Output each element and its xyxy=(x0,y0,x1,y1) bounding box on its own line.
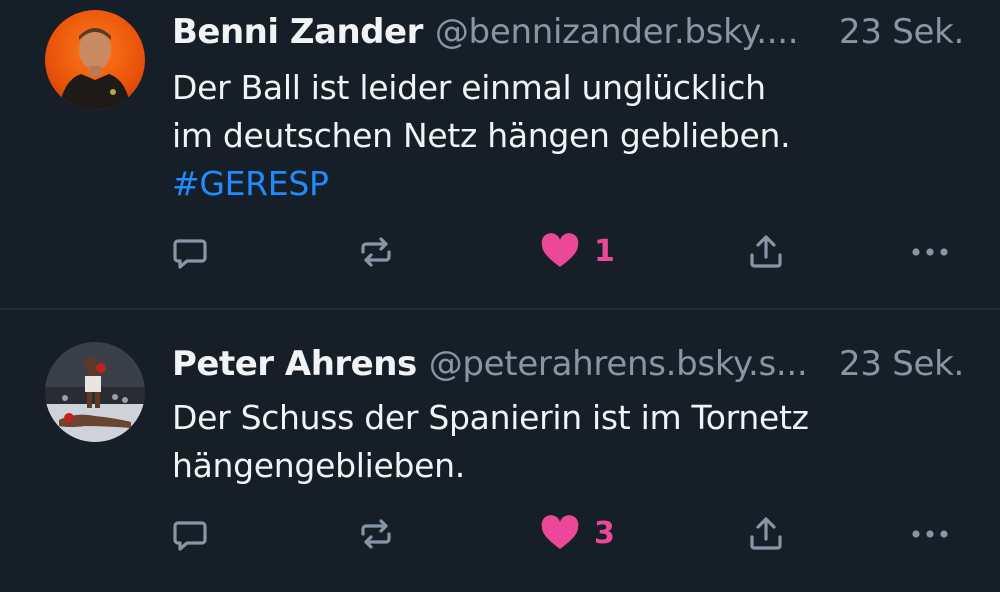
share-button[interactable] xyxy=(746,230,786,274)
post-text-line: Der Schuss der Spanierin ist im Tornetz xyxy=(172,398,809,437)
repost-icon xyxy=(361,237,391,267)
author-handle[interactable]: @bennizander.bsky.... xyxy=(435,10,825,54)
more-options-button[interactable] xyxy=(910,512,950,556)
repost-icon xyxy=(361,519,391,549)
more-options-button[interactable] xyxy=(910,230,950,274)
post-actions: 3 xyxy=(0,512,1000,556)
reply-button[interactable] xyxy=(170,230,210,274)
post-text: Der Schuss der Spanierin ist im Tornetz … xyxy=(172,394,940,490)
author-name[interactable]: Benni Zander xyxy=(172,10,423,54)
share-icon xyxy=(750,235,782,268)
avatar[interactable] xyxy=(45,342,145,442)
post-text: Der Ball ist leider einmal unglücklich i… xyxy=(172,64,940,208)
post-header: Peter Ahrens @peterahrens.bsky.s... 23 S… xyxy=(172,342,964,386)
post-text-line: hängengeblieben. xyxy=(172,446,465,485)
author-name[interactable]: Peter Ahrens xyxy=(172,342,417,386)
post-header: Benni Zander @bennizander.bsky.... 23 Se… xyxy=(172,10,964,54)
heart-icon xyxy=(541,515,579,549)
post[interactable]: Peter Ahrens @peterahrens.bsky.s... 23 S… xyxy=(0,310,1000,592)
post-text-line: Der Ball ist leider einmal unglücklich xyxy=(172,68,766,107)
reply-icon xyxy=(173,521,207,551)
reply-icon xyxy=(173,239,207,269)
heart-icon xyxy=(541,233,579,267)
like-count: 3 xyxy=(594,516,615,551)
share-icon xyxy=(750,517,782,550)
author-handle[interactable]: @peterahrens.bsky.s... xyxy=(429,342,825,386)
share-button[interactable] xyxy=(746,512,786,556)
more-icon xyxy=(912,248,948,256)
hashtag-link[interactable]: #GERESP xyxy=(172,160,940,208)
avatar-image xyxy=(45,342,145,442)
avatar-image xyxy=(45,10,145,110)
reply-button[interactable] xyxy=(170,512,210,556)
post-timestamp[interactable]: 23 Sek. xyxy=(839,342,964,386)
feed: Benni Zander @bennizander.bsky.... 23 Se… xyxy=(0,0,1000,592)
post-actions: 1 xyxy=(0,230,1000,274)
like-count: 1 xyxy=(594,234,615,269)
post-timestamp[interactable]: 23 Sek. xyxy=(839,10,964,54)
more-icon xyxy=(912,530,948,538)
repost-button[interactable] xyxy=(356,512,396,556)
repost-button[interactable] xyxy=(356,230,396,274)
post[interactable]: Benni Zander @bennizander.bsky.... 23 Se… xyxy=(0,0,1000,310)
avatar[interactable] xyxy=(45,10,145,110)
post-text-line: im deutschen Netz hängen geblieben. xyxy=(172,116,791,155)
like-button[interactable]: 1 xyxy=(540,230,615,274)
like-button[interactable]: 3 xyxy=(540,512,615,556)
